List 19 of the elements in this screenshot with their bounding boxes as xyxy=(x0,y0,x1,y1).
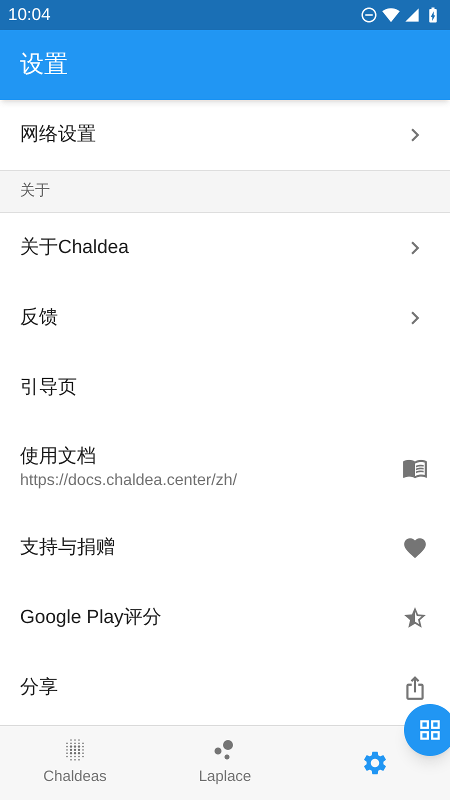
dot-grid-icon xyxy=(64,738,86,762)
item-title: 支持与捐赠 xyxy=(20,536,115,560)
item-title: Google Play评分 xyxy=(20,606,162,630)
item-subtitle: https://docs.chaldea.center/zh/ xyxy=(20,470,238,491)
item-title: 网络设置 xyxy=(20,123,96,147)
item-title: 引导页 xyxy=(20,376,77,400)
wifi-icon xyxy=(382,6,400,24)
nav-tab[interactable]: Chaldeas xyxy=(0,726,150,800)
do-not-disturb-icon xyxy=(360,6,378,24)
item-title: 使用文档 xyxy=(20,445,97,469)
section-title: 关于 xyxy=(20,181,50,202)
gear-icon xyxy=(361,749,389,777)
item-title: 反馈 xyxy=(20,306,58,330)
app-bar-title: 设置 xyxy=(20,50,68,80)
clock: 10:04 xyxy=(8,4,51,26)
item-title: 分享 xyxy=(20,676,58,700)
item-title: 关于Chaldea xyxy=(20,236,129,260)
signal-icon xyxy=(404,7,420,23)
nav-tab[interactable]: Laplace xyxy=(150,726,300,800)
